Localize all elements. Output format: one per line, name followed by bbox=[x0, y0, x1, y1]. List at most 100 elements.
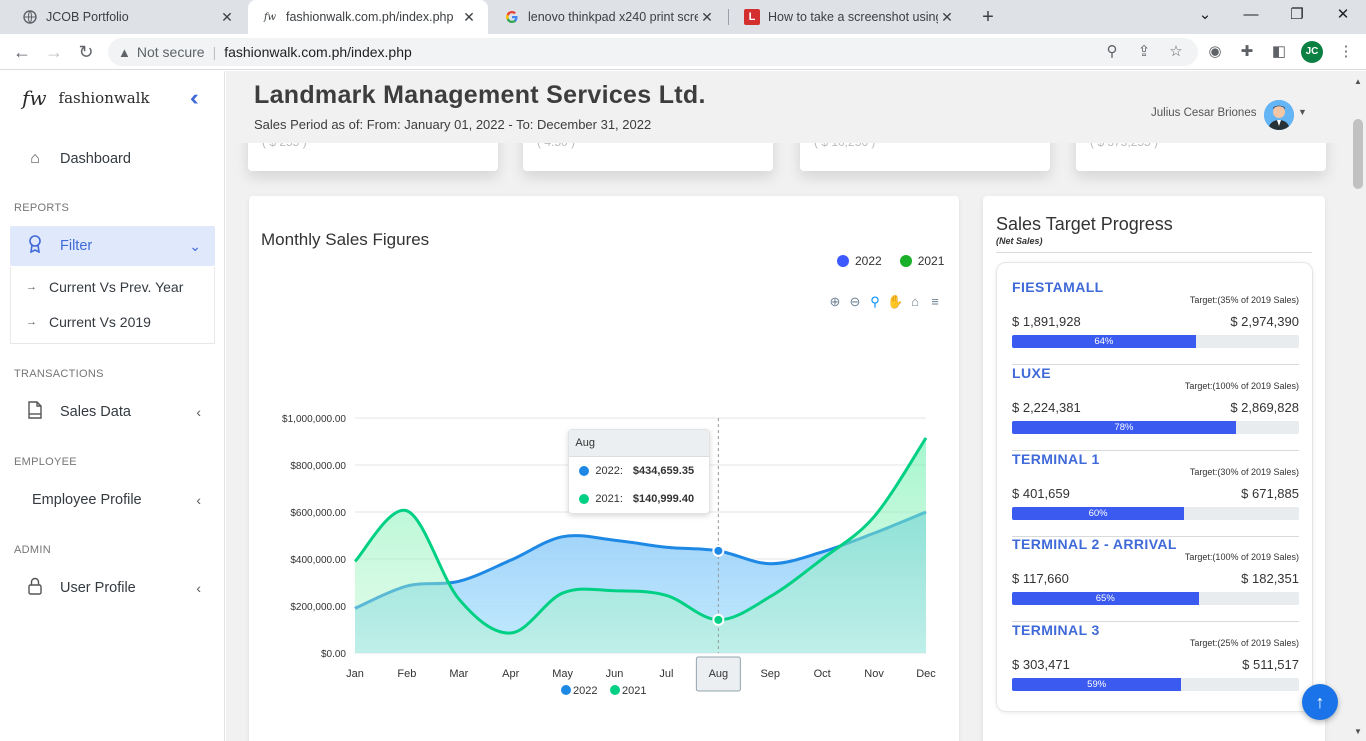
extension-app-icon[interactable]: ◉ bbox=[1205, 42, 1225, 62]
store-name[interactable]: FIESTAMALL bbox=[1012, 279, 1104, 295]
url-text[interactable]: fashionwalk.com.ph/index.php bbox=[224, 44, 412, 60]
data-point-marker[interactable] bbox=[712, 544, 725, 557]
chevron-left-icon: ‹ bbox=[196, 404, 201, 420]
tab-jcob-portfolio[interactable]: JCOB Portfolio ✕ bbox=[8, 0, 246, 34]
y-tick-label: $400,000.00 bbox=[290, 555, 346, 566]
close-icon[interactable]: ✕ bbox=[698, 9, 716, 26]
y-tick-label: $200,000.00 bbox=[290, 602, 346, 613]
submenu-label: Current Vs 2019 bbox=[49, 314, 151, 330]
tab-title: JCOB Portfolio bbox=[46, 10, 129, 24]
brand[interactable]: fw fashionwalk bbox=[22, 83, 150, 113]
tooltip-label: 2021: bbox=[595, 493, 623, 505]
section-transactions: TRANSACTIONS bbox=[14, 368, 104, 380]
scroll-down-icon[interactable]: ▼ bbox=[1354, 727, 1362, 736]
store-name[interactable]: TERMINAL 1 bbox=[1012, 451, 1100, 467]
store-target-label: Target:(25% of 2019 Sales) bbox=[1189, 638, 1299, 648]
store-name[interactable]: TERMINAL 3 bbox=[1012, 622, 1100, 638]
store-target-item: LUXE Target:(100% of 2019 Sales) $ 2,224,3… bbox=[1012, 365, 1299, 451]
tab-title: lenovo thinkpad x240 print scree bbox=[528, 10, 698, 24]
sidebar-item-label: Employee Profile bbox=[32, 492, 142, 508]
address-bar[interactable]: ▲ Not secure | fashionwalk.com.ph/index.… bbox=[108, 38, 1198, 66]
section-admin: ADMIN bbox=[14, 544, 51, 556]
bookmark-star-icon[interactable]: ☆ bbox=[1166, 42, 1186, 62]
sidebar-item-employee-profile[interactable]: Employee Profile ‹ bbox=[10, 480, 215, 520]
window-close-icon[interactable]: ✕ bbox=[1320, 0, 1366, 30]
scrollbar-thumb[interactable] bbox=[1353, 119, 1363, 189]
tooltip-row: 2022: $434,659.35 bbox=[569, 457, 709, 485]
store-target-label: Target:(35% of 2019 Sales) bbox=[1189, 295, 1299, 305]
puzzle-extensions-icon[interactable]: ✚ bbox=[1237, 42, 1257, 62]
legend-dot bbox=[561, 685, 571, 695]
chart-legend: 2022 2021 bbox=[837, 254, 944, 268]
share-icon[interactable]: ⇪ bbox=[1134, 42, 1154, 62]
chevron-left-icon: ‹ bbox=[196, 580, 201, 596]
new-tab-icon[interactable]: + bbox=[976, 5, 1000, 29]
sidebar-item-sales-data[interactable]: Sales Data ‹ bbox=[10, 392, 215, 432]
kebab-menu-icon[interactable]: ⋮ bbox=[1336, 42, 1356, 62]
tab-search-chevron-icon[interactable]: ⌄ bbox=[1182, 0, 1228, 30]
scroll-to-top-button[interactable]: ↑ bbox=[1302, 684, 1338, 720]
collapse-sidebar-icon[interactable]: ‹‹ bbox=[190, 85, 198, 111]
tab-fashionwalk[interactable]: fw fashionwalk.com.ph/index.php ✕ bbox=[248, 0, 488, 34]
chevron-left-icon: ‹ bbox=[196, 492, 201, 508]
progress-fill: 65% bbox=[1012, 592, 1199, 605]
sidebar-item-user-profile[interactable]: User Profile ‹ bbox=[10, 568, 215, 608]
submenu-current-vs-2019[interactable]: → Current Vs 2019 bbox=[26, 314, 151, 330]
store-target-item: TERMINAL 2 - ARRIVAL Target:(100% of 2019… bbox=[1012, 536, 1299, 622]
tab-screenshot-howto[interactable]: L How to take a screenshot using t ✕ bbox=[730, 0, 966, 34]
legend-label: 2021 bbox=[917, 254, 945, 268]
close-icon[interactable]: ✕ bbox=[938, 9, 956, 26]
y-tick-label: $800,000.00 bbox=[290, 461, 346, 472]
side-panel-icon[interactable]: ◧ bbox=[1269, 42, 1289, 62]
legend-item-2022[interactable]: 2022 bbox=[837, 254, 882, 268]
divider bbox=[996, 252, 1312, 253]
sales-target-card: Sales Target Progress (Net Sales) FIESTA… bbox=[983, 196, 1325, 741]
close-icon[interactable]: ✕ bbox=[460, 9, 478, 26]
page-scrollbar[interactable]: ▲ ▼ bbox=[1350, 71, 1366, 741]
scroll-up-icon[interactable]: ▲ bbox=[1354, 77, 1362, 86]
store-actual-sales: $ 1,891,928 bbox=[1012, 314, 1081, 329]
y-tick-label: $1,000,000.00 bbox=[282, 414, 346, 425]
forward-arrow-icon[interactable]: → bbox=[42, 40, 66, 64]
back-arrow-icon[interactable]: ← bbox=[10, 40, 34, 64]
store-target-item: TERMINAL 1 Target:(30% of 2019 Sales) $ 40… bbox=[1012, 451, 1299, 537]
legend-dot bbox=[610, 685, 620, 695]
tab-title: fashionwalk.com.ph/index.php bbox=[286, 10, 454, 24]
store-name[interactable]: LUXE bbox=[1012, 365, 1051, 381]
data-point-marker[interactable] bbox=[712, 613, 725, 626]
file-icon bbox=[24, 400, 46, 424]
store-actual-sales: $ 303,471 bbox=[1012, 657, 1070, 672]
progress-fill: 60% bbox=[1012, 507, 1185, 520]
x-tick-label: Sep bbox=[760, 668, 780, 680]
restore-icon[interactable]: ❐ bbox=[1274, 0, 1320, 30]
chart-tooltip: Aug 2022: $434,659.35 2021: $140,999.40 bbox=[568, 429, 711, 514]
progress-fill: 78% bbox=[1012, 421, 1236, 434]
progress-bar: 59% bbox=[1012, 678, 1299, 691]
tab-separator bbox=[728, 9, 729, 25]
zoom-icon[interactable]: ⚲ bbox=[1102, 42, 1122, 62]
progress-bar: 60% bbox=[1012, 507, 1299, 520]
security-label[interactable]: Not secure bbox=[137, 44, 205, 60]
tooltip-dot bbox=[579, 494, 590, 504]
submenu-current-vs-prev-year[interactable]: → Current Vs Prev. Year bbox=[26, 279, 183, 295]
store-name[interactable]: TERMINAL 2 - ARRIVAL bbox=[1012, 536, 1177, 552]
close-icon[interactable]: ✕ bbox=[218, 9, 236, 26]
x-tick-label: Jan bbox=[346, 668, 364, 680]
minimize-icon[interactable]: — bbox=[1228, 0, 1274, 30]
target-list: FIESTAMALL Target:(35% of 2019 Sales) $ 1,… bbox=[996, 262, 1313, 712]
sidebar-item-label: Sales Data bbox=[60, 404, 131, 420]
sidebar-item-filter[interactable]: Filter ⌄ bbox=[10, 226, 215, 266]
sidebar-item-label: Filter bbox=[60, 238, 93, 254]
caret-down-icon[interactable]: ▼ bbox=[1298, 107, 1307, 117]
page-title: Landmark Management Services Ltd. bbox=[254, 81, 706, 109]
legend-item-2021[interactable]: 2021 bbox=[899, 254, 945, 268]
user-name[interactable]: Julius Cesar Briones bbox=[1151, 107, 1256, 119]
reload-icon[interactable]: ↻ bbox=[74, 40, 98, 64]
brand-logo: fw bbox=[22, 86, 47, 110]
avatar[interactable] bbox=[1264, 100, 1294, 130]
tab-google-search[interactable]: lenovo thinkpad x240 print scree ✕ bbox=[490, 0, 726, 34]
store-goal-sales: $ 182,351 bbox=[1241, 571, 1299, 586]
x-tick-label: Feb bbox=[397, 668, 416, 680]
profile-avatar[interactable]: JC bbox=[1301, 41, 1323, 63]
sidebar-item-dashboard[interactable]: ⌂ Dashboard bbox=[10, 139, 215, 179]
